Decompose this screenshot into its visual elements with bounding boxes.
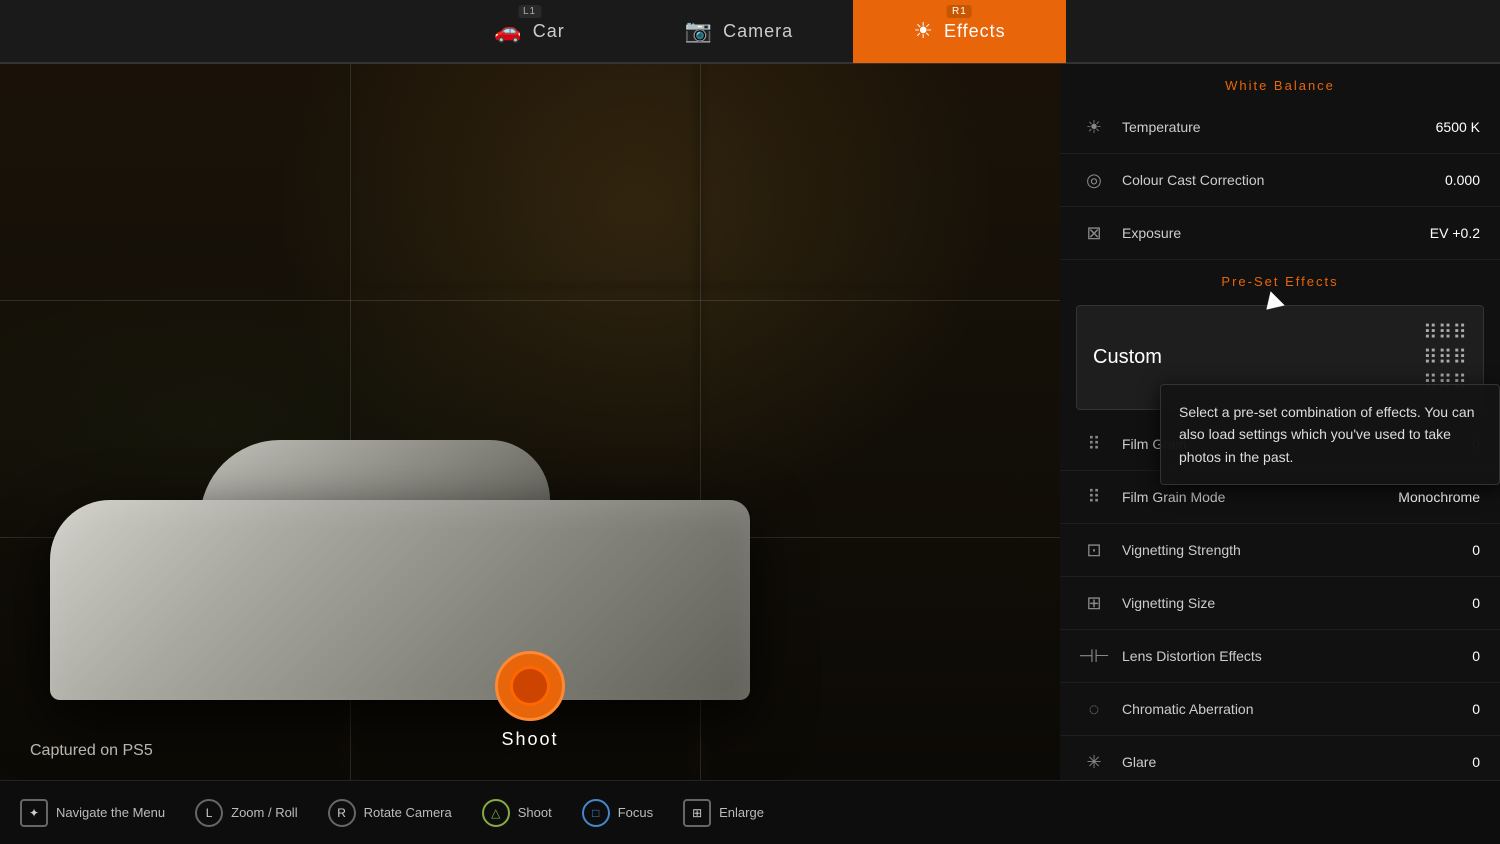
chromatic-aberration-icon: ◌ xyxy=(1080,695,1108,723)
zoom-icon: L xyxy=(195,799,223,827)
bottom-controls-bar: ✦ Navigate the Menu L Zoom / Roll R Rota… xyxy=(0,780,1500,844)
effects-tab-label: Effects xyxy=(944,21,1006,42)
film-grain-mode-label: Film Grain Mode xyxy=(1122,489,1398,505)
vignetting-size-value: 0 xyxy=(1472,595,1480,611)
tab-effects[interactable]: R1 ☀ Effects xyxy=(853,0,1065,63)
navigate-menu-control[interactable]: ✦ Navigate the Menu xyxy=(20,799,165,827)
rotate-camera-control[interactable]: R Rotate Camera xyxy=(328,799,452,827)
shoot-circle-button[interactable] xyxy=(495,651,565,721)
shoot-button-label: Shoot xyxy=(501,729,558,750)
preset-tooltip: Select a pre-set combination of effects.… xyxy=(1160,384,1500,485)
zoom-roll-control[interactable]: L Zoom / Roll xyxy=(195,799,297,827)
exposure-row[interactable]: ⊠ Exposure EV +0.2 xyxy=(1060,207,1500,260)
lens-distortion-row[interactable]: ⊣⊢ Lens Distortion Effects 0 xyxy=(1060,630,1500,683)
white-balance-header: White Balance xyxy=(1060,64,1500,101)
zoom-label: Zoom / Roll xyxy=(231,805,297,820)
chromatic-aberration-row[interactable]: ◌ Chromatic Aberration 0 xyxy=(1060,683,1500,736)
tab-camera[interactable]: 📷 Camera xyxy=(625,0,853,63)
temperature-row[interactable]: ☀ Temperature 6500 K xyxy=(1060,101,1500,154)
preset-effects-header: Pre-Set Effects xyxy=(1060,260,1500,297)
exposure-icon: ⊠ xyxy=(1080,219,1108,247)
colour-cast-label: Colour Cast Correction xyxy=(1122,172,1445,188)
top-navigation: L1 🚗 Car 📷 Camera R1 ☀ Effects xyxy=(0,0,1500,64)
grid-line-horizontal-1 xyxy=(0,300,1060,301)
vignetting-strength-row[interactable]: ⊡ Vignetting Strength 0 xyxy=(1060,524,1500,577)
right-settings-panel: White Balance ☀ Temperature 6500 K ◎ Col… xyxy=(1060,64,1500,780)
navigate-icon: ✦ xyxy=(20,799,48,827)
rotate-label: Rotate Camera xyxy=(364,805,452,820)
glare-icon: ✳ xyxy=(1080,748,1108,776)
vignetting-size-icon: ⊞ xyxy=(1080,589,1108,617)
glare-row[interactable]: ✳ Glare 0 xyxy=(1060,736,1500,780)
film-grain-icon: ⠿ xyxy=(1080,430,1108,458)
main-viewport: Captured on PS5 Shoot xyxy=(0,64,1060,780)
film-grain-mode-icon: ⠿ xyxy=(1080,483,1108,511)
car-body xyxy=(50,500,750,700)
vignetting-strength-icon: ⊡ xyxy=(1080,536,1108,564)
enlarge-control[interactable]: ⊞ Enlarge xyxy=(683,799,764,827)
colour-cast-value: 0.000 xyxy=(1445,172,1480,188)
preset-dropdown-label: Custom xyxy=(1093,346,1423,369)
effects-icon: ☀ xyxy=(913,18,934,44)
chromatic-aberration-label: Chromatic Aberration xyxy=(1122,701,1472,717)
car-button-label: L1 xyxy=(518,5,541,18)
enlarge-icon: ⊞ xyxy=(683,799,711,827)
captured-label: Captured on PS5 xyxy=(30,742,153,760)
lens-distortion-icon: ⊣⊢ xyxy=(1080,642,1108,670)
shoot-control[interactable]: △ Shoot xyxy=(482,799,552,827)
lens-distortion-value: 0 xyxy=(1472,648,1480,664)
temperature-icon: ☀ xyxy=(1080,113,1108,141)
shoot-control-label: Shoot xyxy=(518,805,552,820)
enlarge-label: Enlarge xyxy=(719,805,764,820)
exposure-value: EV +0.2 xyxy=(1430,225,1480,241)
camera-icon: 📷 xyxy=(685,18,713,44)
tab-car[interactable]: L1 🚗 Car xyxy=(434,0,624,63)
focus-icon: □ xyxy=(582,799,610,827)
car-tab-label: Car xyxy=(533,21,565,42)
colour-cast-row[interactable]: ◎ Colour Cast Correction 0.000 xyxy=(1060,154,1500,207)
tooltip-text: Select a pre-set combination of effects.… xyxy=(1179,404,1474,465)
effects-button-label: R1 xyxy=(947,5,972,18)
glare-value: 0 xyxy=(1472,754,1480,770)
vignetting-size-label: Vignetting Size xyxy=(1122,595,1472,611)
vignetting-strength-label: Vignetting Strength xyxy=(1122,542,1472,558)
car-icon: 🚗 xyxy=(494,18,522,44)
rotate-icon: R xyxy=(328,799,356,827)
focus-label: Focus xyxy=(618,805,653,820)
car-image xyxy=(50,350,800,700)
shoot-triangle-icon: △ xyxy=(482,799,510,827)
colour-cast-icon: ◎ xyxy=(1080,166,1108,194)
focus-control[interactable]: □ Focus xyxy=(582,799,653,827)
temperature-value: 6500 K xyxy=(1436,119,1480,135)
camera-tab-label: Camera xyxy=(723,21,793,42)
temperature-label: Temperature xyxy=(1122,119,1436,135)
shoot-button-area[interactable]: Shoot xyxy=(495,651,565,750)
film-grain-mode-value: Monochrome xyxy=(1398,489,1480,505)
shoot-circle-inner xyxy=(510,666,550,706)
vignetting-size-row[interactable]: ⊞ Vignetting Size 0 xyxy=(1060,577,1500,630)
chromatic-aberration-value: 0 xyxy=(1472,701,1480,717)
navigate-label: Navigate the Menu xyxy=(56,805,165,820)
vignetting-strength-value: 0 xyxy=(1472,542,1480,558)
lens-distortion-label: Lens Distortion Effects xyxy=(1122,648,1472,664)
exposure-label: Exposure xyxy=(1122,225,1430,241)
glare-label: Glare xyxy=(1122,754,1472,770)
